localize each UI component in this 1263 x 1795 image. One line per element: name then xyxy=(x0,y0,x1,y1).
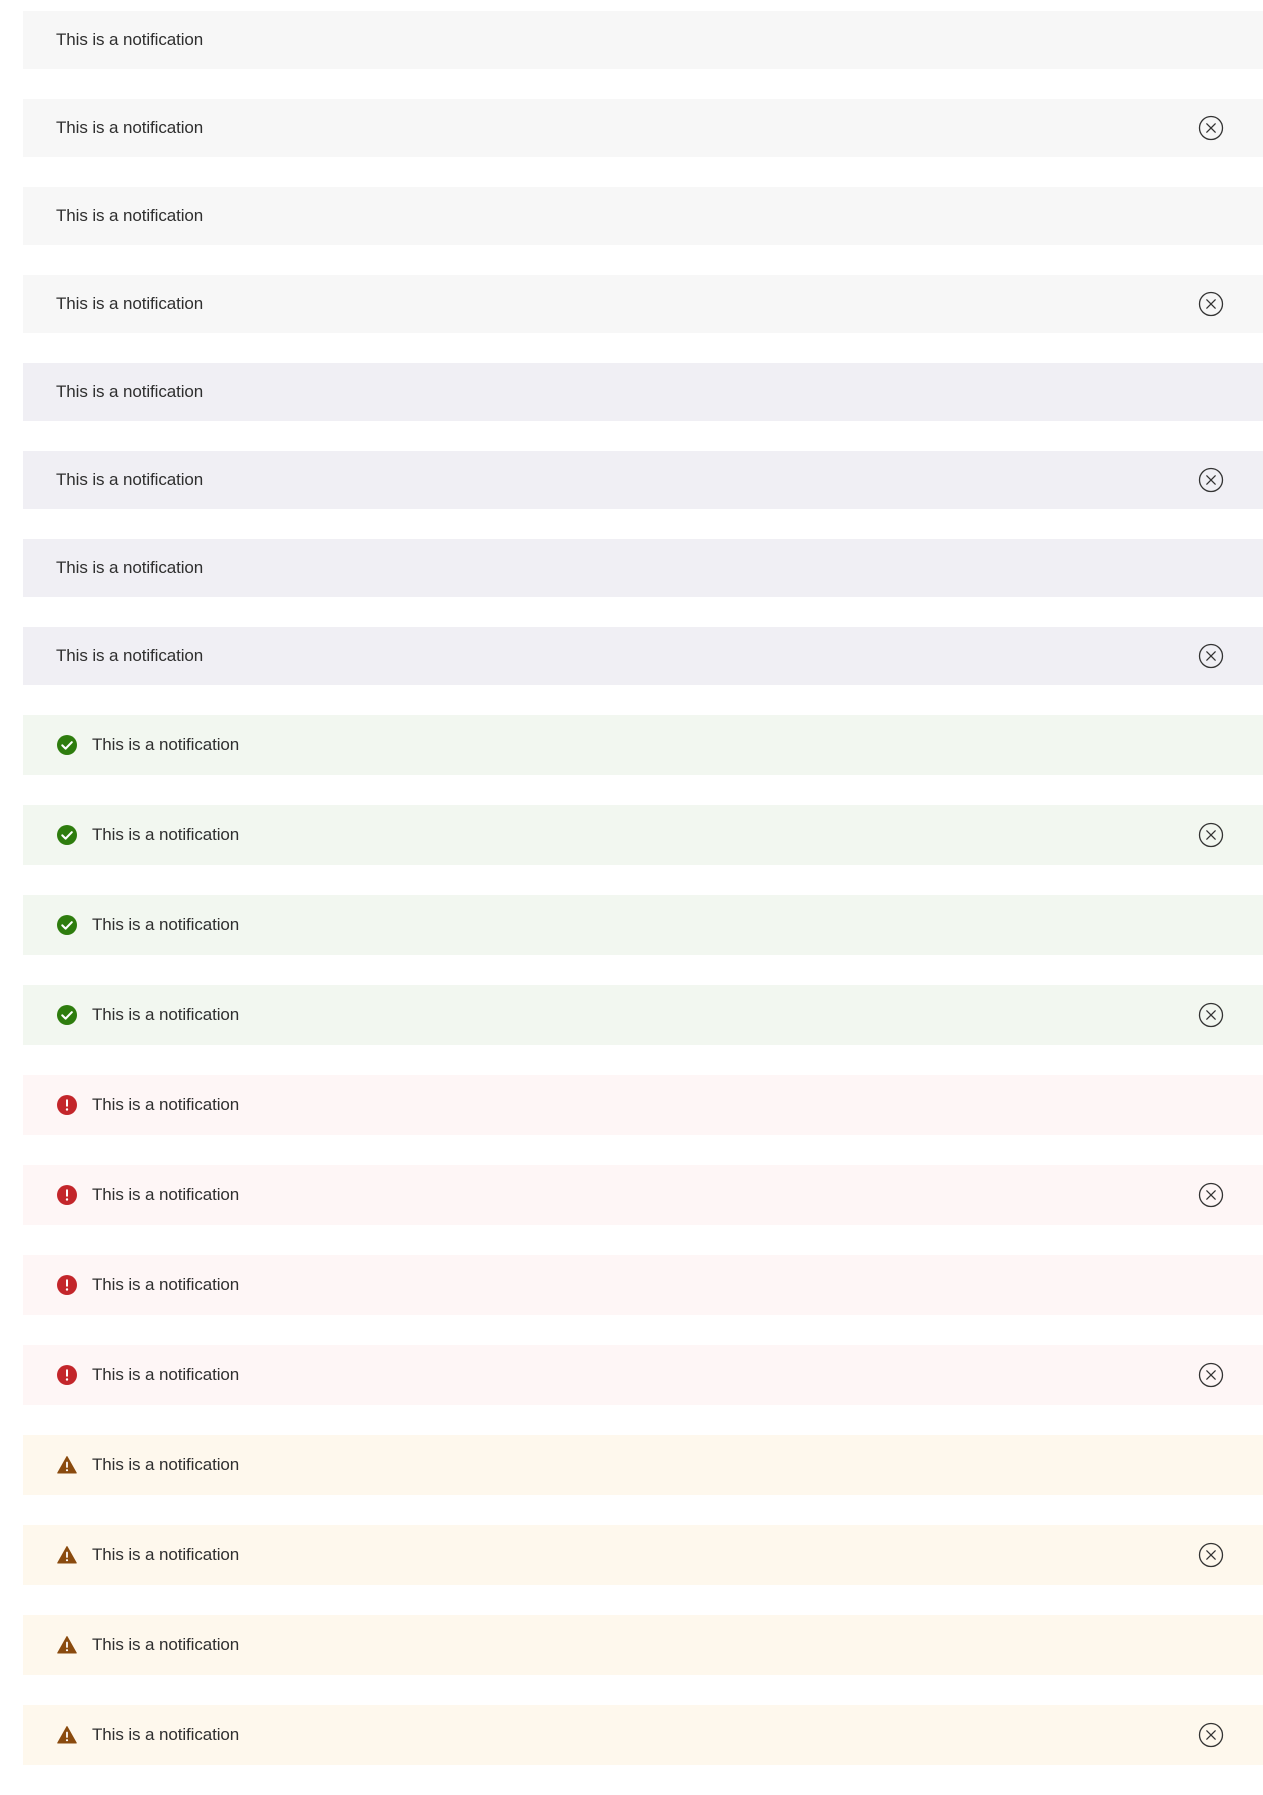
notification-success: This is a notification xyxy=(23,985,1263,1045)
close-circle-icon xyxy=(1198,291,1224,317)
success-check-icon xyxy=(56,734,78,756)
notification-message: This is a notification xyxy=(56,118,204,137)
notification-message: This is a notification xyxy=(92,1275,240,1294)
notification-message: This is a notification xyxy=(56,382,204,401)
notification-neutral: This is a notification xyxy=(23,11,1263,69)
notification-message: This is a notification xyxy=(92,1365,240,1384)
error-alert-icon xyxy=(56,1364,78,1386)
warning-triangle-icon xyxy=(56,1634,78,1656)
notification-message: This is a notification xyxy=(56,294,204,313)
notification-list: This is a notification This is a notifica… xyxy=(23,11,1263,1795)
notification-info: This is a notification xyxy=(23,451,1263,509)
notification-message: This is a notification xyxy=(92,1545,240,1564)
error-alert-icon xyxy=(56,1274,78,1296)
notification-message: This is a notification xyxy=(92,1185,240,1204)
notification-message: This is a notification xyxy=(92,1725,240,1744)
notification-warning: This is a notification xyxy=(23,1525,1263,1585)
close-button[interactable] xyxy=(1198,643,1224,669)
close-circle-icon xyxy=(1198,1362,1224,1388)
close-button[interactable] xyxy=(1198,1362,1224,1388)
notification-message: This is a notification xyxy=(56,206,204,225)
close-circle-icon xyxy=(1198,1722,1224,1748)
notification-error: This is a notification xyxy=(23,1075,1263,1135)
notification-message: This is a notification xyxy=(56,646,204,665)
notification-warning: This is a notification xyxy=(23,1705,1263,1765)
notification-success: This is a notification xyxy=(23,805,1263,865)
success-check-icon xyxy=(56,824,78,846)
notification-neutral: This is a notification xyxy=(23,275,1263,333)
close-button[interactable] xyxy=(1198,1002,1224,1028)
close-circle-icon xyxy=(1198,643,1224,669)
notification-error: This is a notification xyxy=(23,1255,1263,1315)
notification-success: This is a notification xyxy=(23,895,1263,955)
success-check-icon xyxy=(56,914,78,936)
close-circle-icon xyxy=(1198,1182,1224,1208)
notification-neutral: This is a notification xyxy=(23,99,1263,157)
notification-warning: This is a notification xyxy=(23,1435,1263,1495)
error-alert-icon xyxy=(56,1094,78,1116)
close-button[interactable] xyxy=(1198,115,1224,141)
close-circle-icon xyxy=(1198,822,1224,848)
warning-triangle-icon xyxy=(56,1724,78,1746)
close-button[interactable] xyxy=(1198,1722,1224,1748)
notification-info: This is a notification xyxy=(23,627,1263,685)
success-check-icon xyxy=(56,1004,78,1026)
close-circle-icon xyxy=(1198,115,1224,141)
notification-info: This is a notification xyxy=(23,539,1263,597)
close-circle-icon xyxy=(1198,1542,1224,1568)
notification-message: This is a notification xyxy=(92,825,240,844)
notification-message: This is a notification xyxy=(92,735,240,754)
close-button[interactable] xyxy=(1198,291,1224,317)
notification-success: This is a notification xyxy=(23,715,1263,775)
notification-error: This is a notification xyxy=(23,1165,1263,1225)
notification-error: This is a notification xyxy=(23,1345,1263,1405)
error-alert-icon xyxy=(56,1184,78,1206)
notification-message: This is a notification xyxy=(92,915,240,934)
warning-triangle-icon xyxy=(56,1544,78,1566)
close-button[interactable] xyxy=(1198,1542,1224,1568)
notification-message: This is a notification xyxy=(56,30,204,49)
close-button[interactable] xyxy=(1198,822,1224,848)
close-button[interactable] xyxy=(1198,1182,1224,1208)
close-circle-icon xyxy=(1198,467,1224,493)
notification-message: This is a notification xyxy=(92,1455,240,1474)
notification-info: This is a notification xyxy=(23,363,1263,421)
notification-warning: This is a notification xyxy=(23,1615,1263,1675)
notification-message: This is a notification xyxy=(56,470,204,489)
notification-neutral: This is a notification xyxy=(23,187,1263,245)
notification-message: This is a notification xyxy=(56,558,204,577)
notification-message: This is a notification xyxy=(92,1005,240,1024)
warning-triangle-icon xyxy=(56,1454,78,1476)
notification-message: This is a notification xyxy=(92,1095,240,1114)
notification-message: This is a notification xyxy=(92,1635,240,1654)
close-button[interactable] xyxy=(1198,467,1224,493)
close-circle-icon xyxy=(1198,1002,1224,1028)
